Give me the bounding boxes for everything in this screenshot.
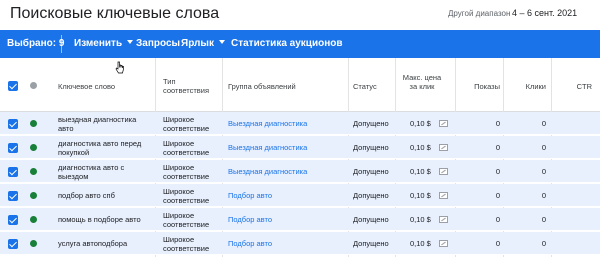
row-checkbox[interactable] xyxy=(8,119,18,129)
date-range-label: Другой диапазон xyxy=(448,9,511,18)
bid-simulator-icon[interactable] xyxy=(439,240,448,247)
max-cpc-value[interactable]: 0,10 $ xyxy=(410,143,431,152)
keyword-text[interactable]: услуга автоподбора xyxy=(58,239,150,248)
match-type-text: Широкое соответствие xyxy=(163,235,210,253)
bid-simulator-icon[interactable] xyxy=(439,120,448,127)
chevron-down-icon xyxy=(218,40,225,44)
column-header-max-cpc[interactable]: Макс. цена за клик xyxy=(398,73,446,91)
enabled-status-dot-icon[interactable] xyxy=(30,120,37,127)
keywords-table: Ключевое слово Тип соответствия Группа о… xyxy=(0,58,600,257)
match-type-text: Широкое соответствие xyxy=(163,139,210,157)
impressions-value: 0 xyxy=(495,191,500,200)
column-header-clicks[interactable]: Клики xyxy=(502,82,546,91)
max-cpc-value[interactable]: 0,10 $ xyxy=(410,215,431,224)
toolbar-divider xyxy=(61,35,62,53)
row-checkbox[interactable] xyxy=(8,191,18,201)
edit-label: Изменить xyxy=(74,38,123,49)
bid-simulator-icon[interactable] xyxy=(439,144,448,151)
column-header-match-type[interactable]: Тип соответствия xyxy=(163,77,218,95)
edit-dropdown-button[interactable]: Изменить xyxy=(74,38,134,49)
row-checkbox[interactable] xyxy=(8,215,18,225)
table-row[interactable]: выездная диагностика авто Широкое соотве… xyxy=(0,112,600,135)
column-header-ad-group[interactable]: Группа объявлений xyxy=(228,82,296,91)
bulk-actions-toolbar: Выбрано: 9 Изменить Запросы Ярлык Статис… xyxy=(0,30,600,58)
bid-simulator-icon[interactable] xyxy=(439,168,448,175)
clicks-value: 0 xyxy=(541,167,546,176)
ad-group-link[interactable]: Выездная диагностика xyxy=(228,167,307,176)
clicks-value: 0 xyxy=(541,191,546,200)
impressions-value: 0 xyxy=(495,143,500,152)
keyword-text[interactable]: диагностика авто с выездом xyxy=(58,163,150,181)
bid-simulator-icon[interactable] xyxy=(439,216,448,223)
label-dropdown-button[interactable]: Ярлык xyxy=(181,38,225,49)
max-cpc-value[interactable]: 0,10 $ xyxy=(410,239,431,248)
status-filter-dot-icon[interactable] xyxy=(30,82,37,89)
max-cpc-value[interactable]: 0,10 $ xyxy=(410,167,431,176)
status-text: Допущено xyxy=(353,239,389,248)
column-header-keyword[interactable]: Ключевое слово xyxy=(58,82,115,91)
enabled-status-dot-icon[interactable] xyxy=(30,192,37,199)
keyword-text[interactable]: диагностика авто перед покупкой xyxy=(58,139,150,157)
match-type-text: Широкое соответствие xyxy=(163,211,210,229)
clicks-value: 0 xyxy=(541,239,546,248)
auction-insights-button[interactable]: Статистика аукционов xyxy=(231,38,343,49)
column-header-ctr[interactable]: CTR xyxy=(550,82,592,91)
status-text: Допущено xyxy=(353,119,389,128)
match-type-text: Широкое соответствие xyxy=(163,163,210,181)
impressions-value: 0 xyxy=(495,215,500,224)
date-range-picker[interactable]: 4 – 6 сент. 2021 xyxy=(512,8,577,18)
table-row[interactable]: диагностика авто перед покупкой Широкое … xyxy=(0,136,600,159)
row-checkbox[interactable] xyxy=(8,167,18,177)
search-terms-label: Запросы xyxy=(136,38,181,49)
table-row[interactable]: помощь в подборе авто Широкое соответств… xyxy=(0,208,600,231)
enabled-status-dot-icon[interactable] xyxy=(30,216,37,223)
clicks-value: 0 xyxy=(541,143,546,152)
ad-group-link[interactable]: Выездная диагностика xyxy=(228,119,307,128)
select-all-checkbox[interactable] xyxy=(8,81,18,91)
impressions-value: 0 xyxy=(495,239,500,248)
keyword-text[interactable]: подбор авто спб xyxy=(58,191,150,200)
chevron-down-icon xyxy=(127,40,134,44)
status-text: Допущено xyxy=(353,167,389,176)
impressions-value: 0 xyxy=(495,167,500,176)
enabled-status-dot-icon[interactable] xyxy=(30,240,37,247)
table-header: Ключевое слово Тип соответствия Группа о… xyxy=(0,58,600,112)
match-type-text: Широкое соответствие xyxy=(163,187,210,205)
keyword-text[interactable]: выездная диагностика авто xyxy=(58,115,150,133)
mouse-pointer-icon xyxy=(115,61,124,74)
column-header-impressions[interactable]: Показы xyxy=(455,82,500,91)
label-label: Ярлык xyxy=(181,38,214,49)
ad-group-link[interactable]: Подбор авто xyxy=(228,215,272,224)
row-checkbox[interactable] xyxy=(8,239,18,249)
ad-group-link[interactable]: Подбор авто xyxy=(228,191,272,200)
column-header-status[interactable]: Статус xyxy=(353,82,377,91)
match-type-text: Широкое соответствие xyxy=(163,115,210,133)
search-terms-button[interactable]: Запросы xyxy=(136,38,180,49)
table-row[interactable]: диагностика авто с выездом Широкое соотв… xyxy=(0,160,600,183)
table-row[interactable]: подбор авто спб Широкое соответствие Под… xyxy=(0,184,600,207)
auction-insights-label: Статистика аукционов xyxy=(231,38,343,49)
ad-group-link[interactable]: Выездная диагностика xyxy=(228,143,307,152)
bid-simulator-icon[interactable] xyxy=(439,192,448,199)
clicks-value: 0 xyxy=(541,119,546,128)
ad-group-link[interactable]: Подбор авто xyxy=(228,239,272,248)
max-cpc-value[interactable]: 0,10 $ xyxy=(410,119,431,128)
row-checkbox[interactable] xyxy=(8,143,18,153)
selected-count: Выбрано: 9 xyxy=(7,38,65,49)
page-title: Поисковые ключевые слова xyxy=(10,5,220,22)
max-cpc-value[interactable]: 0,10 $ xyxy=(410,191,431,200)
enabled-status-dot-icon[interactable] xyxy=(30,144,37,151)
status-text: Допущено xyxy=(353,191,389,200)
keyword-text[interactable]: помощь в подборе авто xyxy=(58,215,150,224)
clicks-value: 0 xyxy=(541,215,546,224)
enabled-status-dot-icon[interactable] xyxy=(30,168,37,175)
page-header: Поисковые ключевые слова Другой диапазон… xyxy=(0,0,600,30)
table-row[interactable]: услуга автоподбора Широкое соответствие … xyxy=(0,232,600,255)
status-text: Допущено xyxy=(353,143,389,152)
impressions-value: 0 xyxy=(495,119,500,128)
status-text: Допущено xyxy=(353,215,389,224)
